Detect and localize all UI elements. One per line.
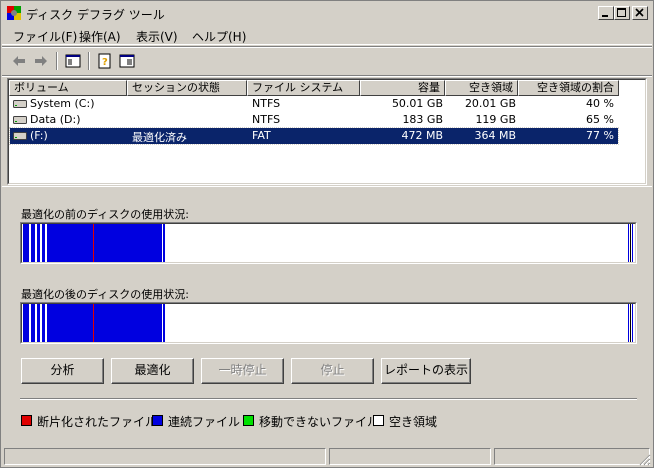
after-usage-label: 最適化の後のディスクの使用状況: bbox=[21, 288, 189, 301]
title-bar[interactable]: ディスク デフラグ ツール bbox=[2, 2, 652, 24]
volume-fs: FAT bbox=[252, 129, 271, 142]
svg-text:?: ? bbox=[102, 57, 108, 68]
legend-swatch bbox=[21, 415, 32, 426]
map-stripe bbox=[31, 224, 35, 262]
before-usage-label: 最適化の前のディスクの使用状況: bbox=[21, 208, 189, 221]
before-usage-map bbox=[20, 222, 637, 264]
volume-free: 364 MB bbox=[474, 129, 516, 142]
maximize-icon bbox=[617, 8, 626, 17]
map-stripe bbox=[628, 304, 629, 342]
legend-label: 移動できないファイル bbox=[259, 415, 380, 429]
map-stripe bbox=[632, 304, 633, 342]
app-defrag-icon bbox=[7, 6, 21, 20]
volume-free: 119 GB bbox=[475, 113, 516, 126]
menu-action[interactable]: 操作(A) bbox=[79, 28, 121, 45]
show-hide-console-tree-icon[interactable] bbox=[64, 52, 82, 70]
volume-capacity: 50.01 GB bbox=[391, 97, 443, 110]
volume-row[interactable]: Data (D:) NTFS 183 GB 119 GB 65 % bbox=[10, 112, 618, 128]
analyze-button[interactable]: 分析 bbox=[21, 358, 104, 384]
drive-icon bbox=[13, 100, 27, 108]
map-stripe bbox=[94, 224, 162, 262]
volume-name: Data (D:) bbox=[30, 113, 81, 126]
map-stripe bbox=[23, 224, 29, 262]
volume-percent-free: 77 % bbox=[586, 129, 614, 142]
volume-capacity: 183 GB bbox=[402, 113, 443, 126]
legend-separator bbox=[20, 398, 637, 400]
volume-percent-free: 65 % bbox=[586, 113, 614, 126]
minimize-icon bbox=[602, 15, 608, 17]
status-bar bbox=[2, 445, 652, 467]
map-stripe bbox=[628, 224, 629, 262]
map-stripe bbox=[42, 224, 45, 262]
window-title: ディスク デフラグ ツール bbox=[26, 8, 165, 22]
col-header-file-system[interactable]: ファイル システム bbox=[247, 80, 360, 96]
legend-swatch bbox=[243, 415, 254, 426]
legend-swatch bbox=[152, 415, 163, 426]
volume-fs: NTFS bbox=[252, 97, 281, 110]
volume-name: System (C:) bbox=[30, 97, 95, 110]
stop-button[interactable]: 停止 bbox=[291, 358, 374, 384]
minimize-button[interactable] bbox=[598, 6, 614, 20]
map-stripe bbox=[94, 304, 162, 342]
status-pane bbox=[4, 448, 326, 465]
map-stripe bbox=[632, 224, 633, 262]
properties-icon[interactable] bbox=[118, 52, 136, 70]
defragment-button[interactable]: 最適化 bbox=[111, 358, 194, 384]
back-arrow-icon[interactable] bbox=[10, 52, 28, 70]
volume-list[interactable]: ボリューム セッションの状態 ファイル システム 容量 空き領域 空き領域の割合… bbox=[7, 78, 647, 185]
map-stripe bbox=[630, 304, 631, 342]
after-usage-map bbox=[20, 302, 637, 344]
toolbar-bottom-separator bbox=[2, 75, 652, 77]
volume-row[interactable]: System (C:) NTFS 50.01 GB 20.01 GB 40 % bbox=[10, 96, 618, 112]
menu-file[interactable]: ファイル(F) bbox=[13, 28, 77, 45]
toolbar: ? bbox=[2, 48, 652, 74]
map-stripe bbox=[23, 304, 29, 342]
drive-icon bbox=[13, 116, 27, 124]
map-stripe bbox=[163, 304, 165, 342]
help-icon[interactable]: ? bbox=[96, 52, 114, 70]
col-header-session-status[interactable]: セッションの状態 bbox=[127, 80, 247, 96]
volume-status: 最適化済み bbox=[132, 131, 187, 144]
map-stripe bbox=[37, 224, 40, 262]
legend-label: 空き領域 bbox=[389, 415, 438, 429]
close-icon bbox=[635, 8, 644, 17]
map-stripe bbox=[47, 304, 93, 342]
volume-free: 20.01 GB bbox=[464, 97, 516, 110]
forward-arrow-icon[interactable] bbox=[32, 52, 50, 70]
menu-bar: ファイル(F) 操作(A) 表示(V) ヘルプ(H) bbox=[2, 25, 652, 45]
legend-label: 断片化されたファイル bbox=[37, 415, 158, 429]
col-header-free-space[interactable]: 空き領域 bbox=[445, 80, 518, 96]
map-stripe bbox=[37, 304, 40, 342]
col-header-percent-free[interactable]: 空き領域の割合 bbox=[518, 80, 619, 96]
map-stripe bbox=[163, 224, 165, 262]
defrag-window: ディスク デフラグ ツール ファイル(F) 操作(A) 表示(V) ヘルプ(H) bbox=[0, 0, 654, 468]
map-stripe bbox=[630, 224, 631, 262]
pane-splitter[interactable] bbox=[2, 186, 652, 188]
menu-view[interactable]: 表示(V) bbox=[136, 28, 178, 45]
legend-swatch bbox=[373, 415, 384, 426]
drive-icon bbox=[13, 132, 27, 140]
map-stripe bbox=[31, 304, 35, 342]
col-header-capacity[interactable]: 容量 bbox=[360, 80, 445, 96]
volume-percent-free: 40 % bbox=[586, 97, 614, 110]
status-pane bbox=[329, 448, 491, 465]
col-header-volume[interactable]: ボリューム bbox=[9, 80, 127, 96]
maximize-button[interactable] bbox=[614, 6, 630, 20]
toolbar-separator bbox=[56, 52, 58, 70]
status-pane bbox=[494, 448, 650, 465]
volume-capacity: 472 MB bbox=[401, 129, 443, 142]
legend-label: 連続ファイル bbox=[168, 415, 241, 429]
map-stripe bbox=[42, 304, 45, 342]
view-report-button[interactable]: レポートの表示 bbox=[381, 358, 471, 384]
close-button[interactable] bbox=[632, 6, 648, 20]
resize-grip-icon[interactable] bbox=[639, 454, 651, 466]
volume-row-selected[interactable]: (F:) 最適化済み FAT 472 MB 364 MB 77 % bbox=[9, 127, 619, 145]
volume-fs: NTFS bbox=[252, 113, 281, 126]
menu-help[interactable]: ヘルプ(H) bbox=[192, 28, 246, 45]
pause-button[interactable]: 一時停止 bbox=[201, 358, 284, 384]
toolbar-separator bbox=[88, 52, 90, 70]
volume-name: (F:) bbox=[30, 129, 48, 142]
map-stripe bbox=[47, 224, 93, 262]
